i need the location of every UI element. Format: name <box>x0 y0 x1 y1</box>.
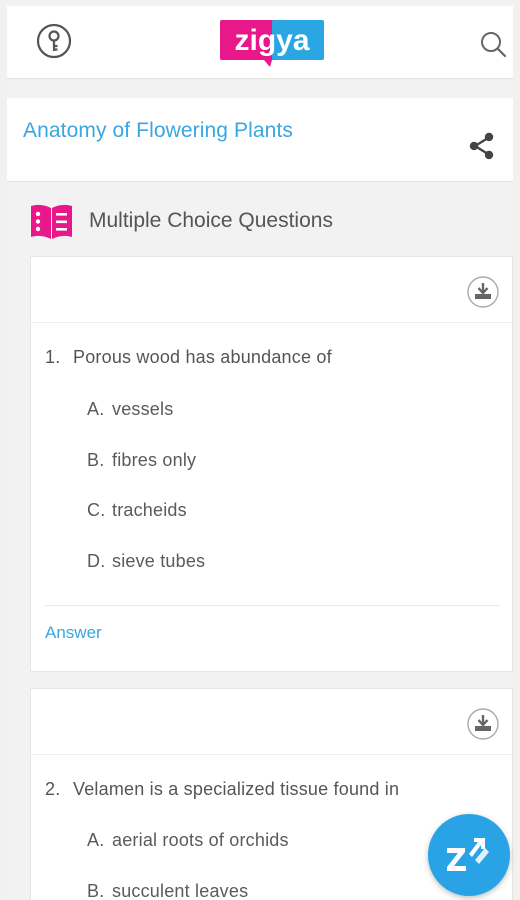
answer-link[interactable]: Answer <box>45 623 102 643</box>
option-text: tracheids <box>112 500 187 520</box>
option-letter: D. <box>87 551 106 571</box>
share-button[interactable] <box>466 130 498 162</box>
card-toolbar <box>31 257 512 323</box>
zigya-logo[interactable]: zigya <box>220 20 324 68</box>
top-bar: zigya <box>7 6 513 79</box>
option-text: succulent leaves <box>112 881 249 900</box>
option-letter: A. <box>87 399 105 419</box>
option-d[interactable]: D. sieve tubes <box>87 551 205 572</box>
zigya-z-icon <box>447 838 489 871</box>
option-letter: B. <box>87 450 105 470</box>
option-text: sieve tubes <box>112 551 206 571</box>
download-icon <box>467 276 499 308</box>
download-icon <box>467 708 499 740</box>
card-divider <box>45 605 500 606</box>
search-icon <box>481 32 507 58</box>
option-c[interactable]: C. tracheids <box>87 500 187 521</box>
option-b[interactable]: B. succulent leaves <box>87 881 248 900</box>
question-card: 1. Porous wood has abundance of A. vessels… <box>30 256 513 672</box>
question-number: 1. <box>45 347 61 367</box>
key-button[interactable] <box>36 23 72 59</box>
key-icon <box>36 23 72 59</box>
option-letter: C. <box>87 500 106 520</box>
question-body: Porous wood has abundance of <box>73 347 332 367</box>
option-text: fibres only <box>112 450 197 470</box>
question-body: Velamen is a specialized tissue found in <box>73 779 400 799</box>
page-title: Anatomy of Flowering Plants <box>23 119 293 142</box>
download-button[interactable] <box>466 275 500 309</box>
option-a[interactable]: A. vessels <box>87 399 173 420</box>
option-letter: B. <box>87 881 105 900</box>
option-letter: A. <box>87 830 105 850</box>
section-heading: Multiple Choice Questions <box>29 202 489 242</box>
mcq-list-icon <box>31 204 72 239</box>
option-b[interactable]: B. fibres only <box>87 450 196 471</box>
title-bar: Anatomy of Flowering Plants <box>7 98 513 182</box>
section-title: Multiple Choice Questions <box>89 209 333 232</box>
app-frame: zigya Anatomy of Flowering Plants Multip… <box>7 6 513 900</box>
floating-action-button[interactable] <box>428 814 510 896</box>
question-number: 2. <box>45 779 61 799</box>
card-toolbar <box>31 689 512 755</box>
download-button[interactable] <box>466 707 500 741</box>
option-text: vessels <box>112 399 174 419</box>
share-icon <box>469 132 494 160</box>
option-text: aerial roots of orchids <box>112 830 289 850</box>
search-button[interactable] <box>479 30 509 60</box>
logo-text: zigya <box>234 24 309 57</box>
question-text: 2. Velamen is a specialized tissue found … <box>45 779 399 800</box>
question-text: 1. Porous wood has abundance of <box>45 347 332 368</box>
option-a[interactable]: A. aerial roots of orchids <box>87 830 289 851</box>
